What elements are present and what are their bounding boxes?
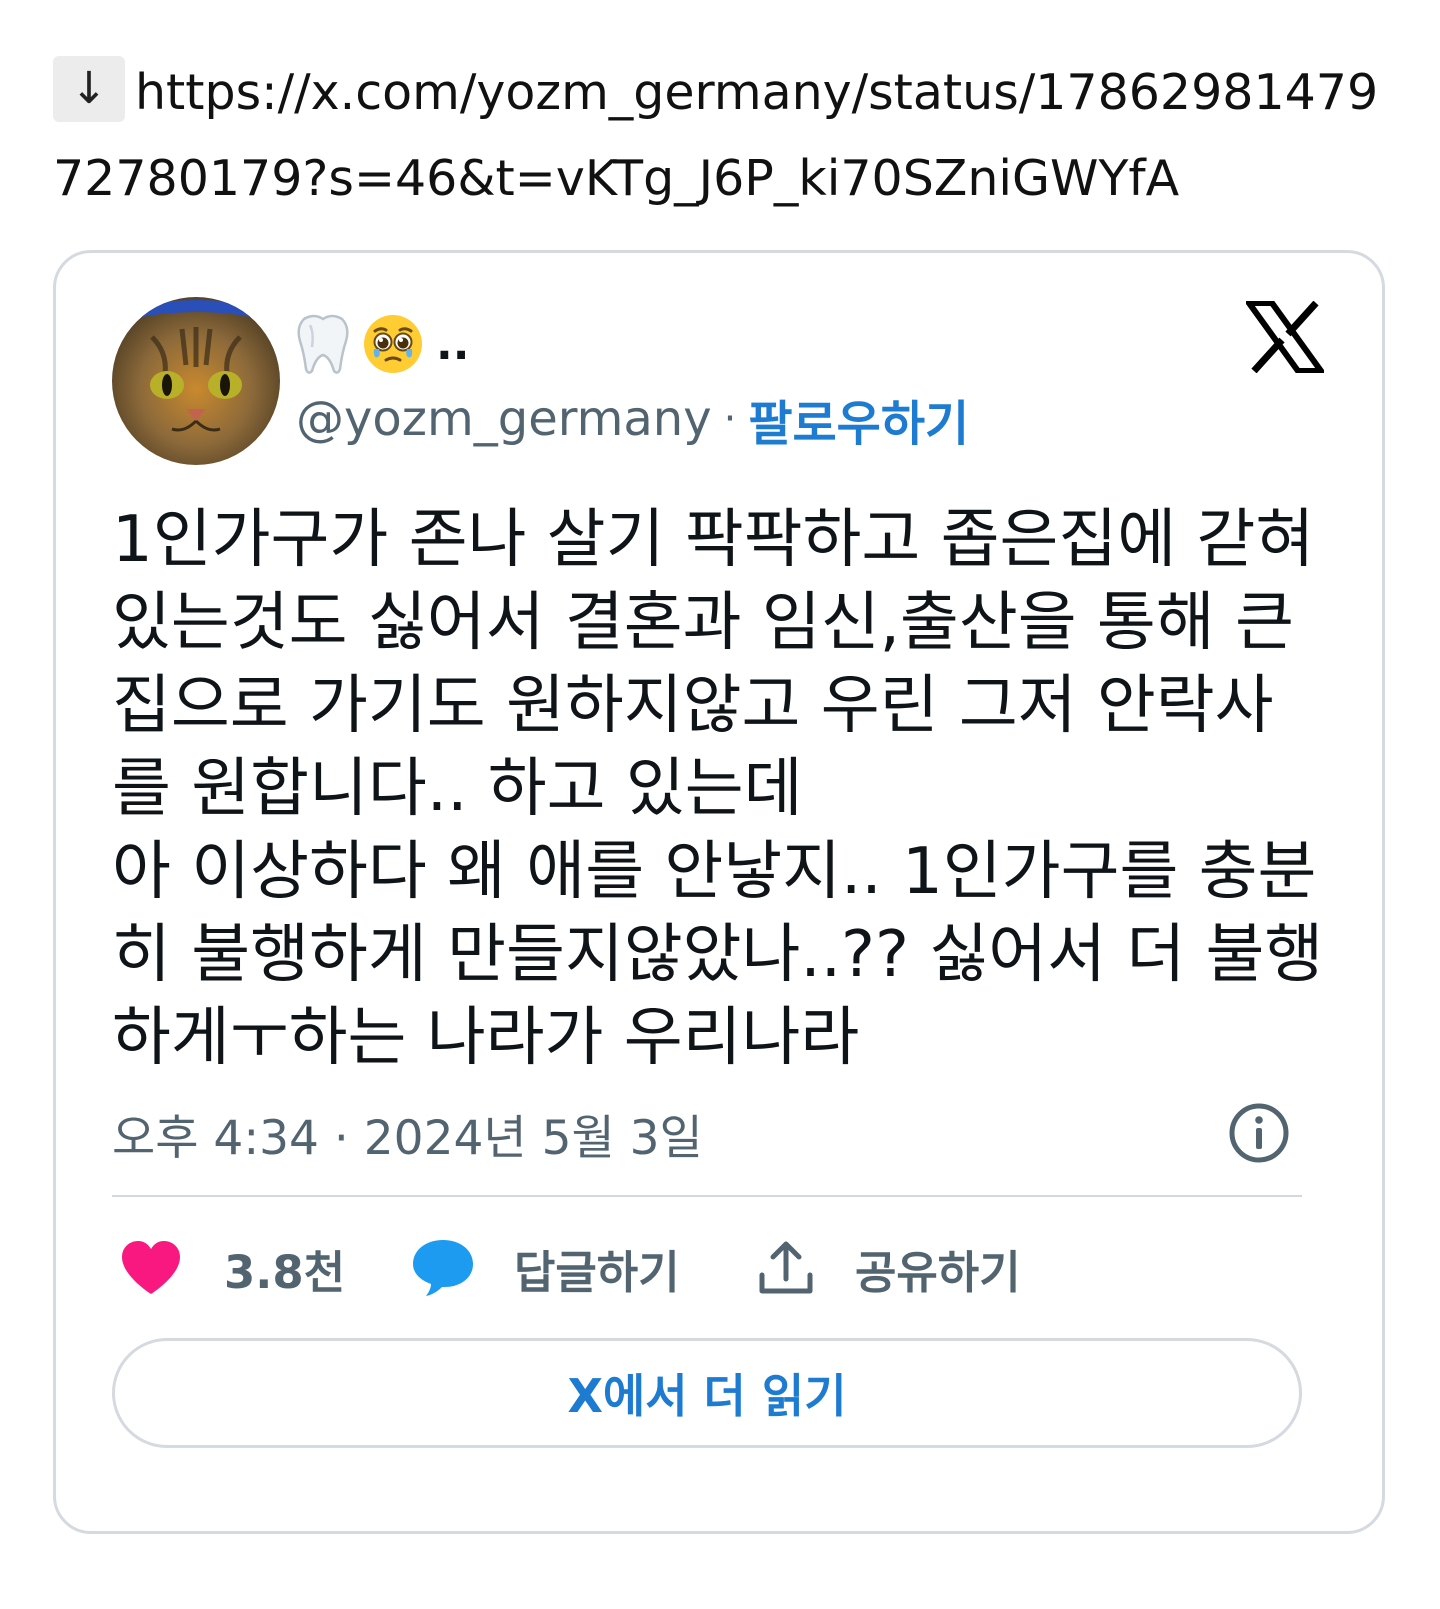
x-logo-icon[interactable]	[1246, 301, 1324, 373]
like-button[interactable]: 3.8천	[112, 1236, 412, 1301]
download-arrow-icon[interactable]: ↓	[53, 56, 125, 122]
display-name-suffix: ..	[436, 318, 470, 370]
tweet-text-line: 집으로 가기도 원하지않고 우린 그저 안락사	[112, 669, 1274, 743]
pleading-face-emoji-icon	[364, 315, 422, 373]
timestamp-text[interactable]: 오후 4:34 · 2024년 5월 3일	[112, 1099, 703, 1168]
tweet-text-line: 히 불행하게 만들지않았나..?? 싫어서 더 불행	[112, 918, 1324, 992]
tweet-timestamp[interactable]: 오후 4:34 · 2024년 5월 3일	[112, 1098, 703, 1168]
tweet-text-line: 1인가구가 존나 살기 팍팍하고 좁은집에 갇혀	[112, 503, 1315, 577]
link-url-text[interactable]: https://x.com/yozm_germany/status/178629…	[53, 64, 1378, 207]
action-bar: 3.8천 답글하기 공유하기	[112, 1228, 1302, 1308]
follow-button[interactable]: 팔로우하기	[748, 384, 969, 454]
tweet-text: 1인가구가 존나 살기 팍팍하고 좁은집에 갇혀 있는것도 싫어서 결혼과 임신…	[112, 499, 1327, 1080]
read-more-label: X에서 더 읽기	[567, 1369, 847, 1423]
link-url-block[interactable]: ↓ https://x.com/yozm_germany/status/17862…	[53, 50, 1393, 222]
tweet-text-line: 아 이상하다 왜 애를 안낳지.. 1인가구를 충분	[112, 835, 1317, 909]
reply-label: 답글하기	[514, 1245, 680, 1299]
share-icon	[759, 1241, 813, 1294]
likes-count: 3.8천	[224, 1245, 346, 1299]
reply-bubble-icon	[413, 1240, 473, 1296]
separator-dot: ·	[723, 396, 737, 442]
read-more-on-x-button[interactable]: X에서 더 읽기	[112, 1338, 1302, 1448]
tweet-text-line: 를 원합니다.. 하고 있는데	[112, 752, 803, 826]
display-name[interactable]: ..	[296, 309, 469, 379]
tooth-emoji-icon	[297, 314, 349, 374]
handle-row: @yozm_germany · 팔로우하기	[296, 379, 969, 459]
share-button[interactable]: 공유하기	[757, 1236, 1021, 1301]
tweet-embed-card: .. @yozm_germany · 팔로우하기 1인가구가 존나 살기 팍팍하…	[53, 250, 1385, 1534]
avatar[interactable]	[112, 297, 280, 465]
heart-icon	[122, 1241, 180, 1294]
tweet-text-line: 있는것도 싫어서 결혼과 임신,출산을 통해 큰	[112, 586, 1294, 660]
reply-button[interactable]: 답글하기	[412, 1236, 757, 1301]
tweet-text-line: 하게ㅜ하는 나라가 우리나라	[112, 1001, 860, 1075]
divider	[112, 1195, 1302, 1197]
info-icon[interactable]	[1227, 1101, 1291, 1165]
user-handle[interactable]: @yozm_germany	[296, 391, 712, 447]
share-label: 공유하기	[855, 1245, 1021, 1299]
